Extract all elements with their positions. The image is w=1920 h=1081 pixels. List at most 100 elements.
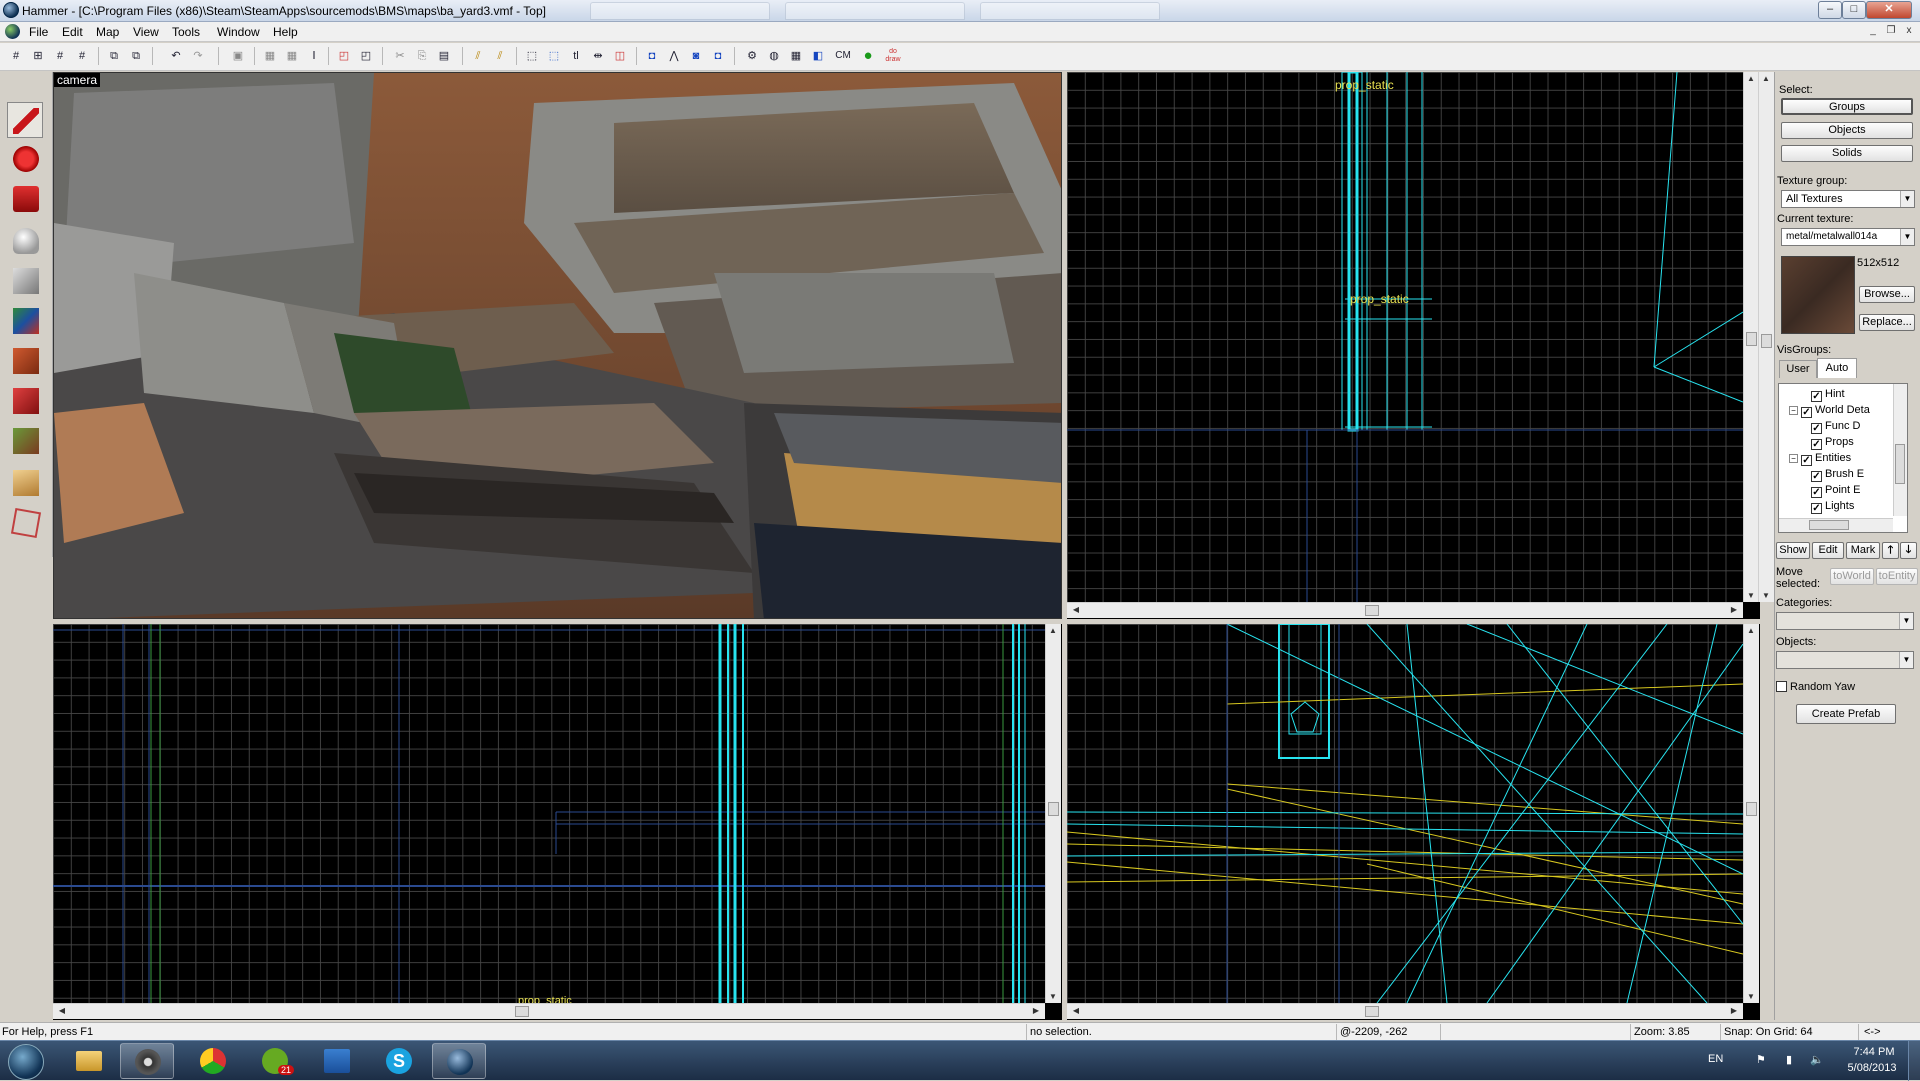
magnify-tool[interactable] — [7, 140, 43, 176]
3d-view-icon[interactable]: ▦ — [788, 48, 804, 64]
select-handles-icon[interactable]: ⬚ — [546, 48, 562, 64]
ignore-groups-icon[interactable]: ◫ — [612, 48, 628, 64]
cut-icon[interactable]: ✂ — [392, 48, 408, 64]
tree-vertical-scrollbar[interactable] — [1893, 384, 1907, 516]
clipping-tool[interactable] — [7, 464, 43, 500]
flag-icon[interactable]: ⚑ — [1756, 1053, 1766, 1066]
scrollbar-thumb[interactable] — [1761, 334, 1772, 348]
volume-icon[interactable]: 🔈 — [1810, 1053, 1824, 1066]
create-prefab-button[interactable]: Create Prefab — [1796, 704, 1896, 724]
select-bbox-icon[interactable]: ⬚ — [524, 48, 540, 64]
menu-edit[interactable]: Edit — [62, 25, 83, 39]
visgroups-tree[interactable]: ✓ Hint − ✓ World Deta ✓ Func D ✓ Props − ✓ Enti… — [1778, 383, 1908, 533]
flip-h-icon[interactable]: ◘ — [644, 48, 660, 64]
scroll-up-icon[interactable]: ▲ — [1046, 626, 1060, 635]
scrollbar-thumb[interactable] — [1048, 802, 1059, 816]
scrollbar-thumb[interactable] — [515, 1006, 529, 1017]
categories-select[interactable]: ▼ — [1776, 612, 1914, 630]
texture-application-tool[interactable] — [7, 302, 43, 338]
menu-help[interactable]: Help — [273, 25, 298, 39]
taskbar-file-explorer[interactable] — [62, 1043, 116, 1079]
hide-icon[interactable]: ◰ — [358, 48, 374, 64]
move-down-button[interactable]: 🡓 — [1900, 542, 1917, 559]
visgroup-entities[interactable]: − ✓ Entities — [1789, 451, 1851, 466]
collapse-icon[interactable]: − — [1789, 454, 1798, 463]
taskbar-chrome[interactable] — [186, 1043, 240, 1079]
show-desktop-button[interactable] — [1908, 1041, 1920, 1081]
tab-auto[interactable]: Auto — [1817, 358, 1857, 378]
mdi-restore-button[interactable]: ❐ — [1884, 25, 1898, 38]
merge-icon[interactable]: ◘ — [710, 48, 726, 64]
checkbox-checked[interactable]: ✓ — [1811, 471, 1822, 482]
mark-button[interactable]: Mark — [1846, 542, 1880, 559]
menu-file[interactable]: File — [29, 25, 48, 39]
replace-button[interactable]: Replace... — [1859, 314, 1915, 331]
menu-view[interactable]: View — [133, 25, 159, 39]
paste-icon[interactable]: ▤ — [436, 48, 452, 64]
menu-map[interactable]: Map — [96, 25, 119, 39]
vertical-scrollbar[interactable]: ▲ ▼ — [1743, 72, 1759, 602]
cubes-icon[interactable]: ◧ — [810, 48, 826, 64]
top-view-viewport[interactable]: prop_static prop_static ▲ ▼ ◀ ▶ — [1067, 72, 1760, 619]
start-orb-icon[interactable] — [8, 1044, 44, 1080]
vertical-scrollbar[interactable]: ▲ ▼ — [1743, 624, 1759, 1003]
checkbox-checked[interactable]: ✓ — [1801, 455, 1812, 466]
to-entity-button[interactable]: toEntity — [1876, 568, 1918, 585]
checkbox-checked[interactable]: ✓ — [1811, 423, 1822, 434]
grid-larger-icon[interactable]: # — [74, 48, 90, 64]
groups-button[interactable]: Groups — [1781, 98, 1913, 115]
camera-tool[interactable] — [7, 180, 43, 216]
texture-group-select[interactable]: All Textures ▼ — [1781, 190, 1915, 208]
tree-horizontal-scrollbar[interactable] — [1779, 518, 1893, 532]
right-panel-scrollbar[interactable]: ▲ ▼ — [1758, 72, 1774, 602]
visgroup-point-entities[interactable]: ✓ Point E — [1811, 483, 1860, 498]
taskbar-outlook[interactable] — [310, 1043, 364, 1079]
decal-tool[interactable] — [7, 382, 43, 418]
scroll-up-icon[interactable]: ▲ — [1744, 74, 1758, 83]
texture-scale-icon[interactable]: ⫽ — [492, 48, 508, 64]
scrollbar-thumb[interactable] — [1895, 444, 1905, 484]
ungroup-icon[interactable]: ⧉ — [128, 48, 144, 64]
horizontal-scrollbar[interactable]: ◀ ▶ — [1067, 602, 1743, 618]
random-yaw-checkbox[interactable]: Random Yaw — [1776, 681, 1855, 693]
vertex-tool[interactable] — [7, 504, 43, 540]
horizontal-scrollbar[interactable]: ◀ ▶ — [53, 1003, 1045, 1019]
texture-lock-icon[interactable]: ▦ — [262, 48, 278, 64]
visgroup-func-detail[interactable]: ✓ Func D — [1811, 419, 1860, 434]
move-icon[interactable]: ⇹ — [590, 48, 606, 64]
scrollbar-thumb[interactable] — [1746, 332, 1757, 346]
taskbar-spotify[interactable]: 21 — [248, 1043, 302, 1079]
front-view-viewport[interactable]: prop_static ▲ ▼ ◀ ▶ — [53, 624, 1062, 1020]
scrollbar-thumb[interactable] — [1365, 1006, 1379, 1017]
edit-button[interactable]: Edit — [1812, 542, 1844, 559]
scroll-left-icon[interactable]: ◀ — [1069, 1006, 1083, 1015]
tab-user[interactable]: User — [1779, 360, 1817, 378]
document-icon[interactable] — [5, 24, 20, 39]
toggle-texlock-icon[interactable]: ⫽ — [470, 48, 486, 64]
scrollbar-thumb[interactable] — [1809, 520, 1849, 530]
scroll-up-icon[interactable]: ▲ — [1759, 74, 1773, 83]
maximize-button[interactable]: □ — [1842, 1, 1866, 19]
scroll-right-icon[interactable]: ▶ — [1727, 1006, 1741, 1015]
block-tool[interactable] — [7, 262, 43, 298]
text-icon[interactable]: tl — [568, 48, 584, 64]
move-up-button[interactable]: 🡑 — [1882, 542, 1899, 559]
show-button[interactable]: Show — [1776, 542, 1810, 559]
visgroup-hint[interactable]: ✓ Hint — [1811, 387, 1845, 402]
draw-icon[interactable]: do draw — [882, 48, 904, 64]
clock-time[interactable]: 7:44 PM — [1846, 1046, 1902, 1058]
selection-tool[interactable] — [7, 102, 43, 138]
grid-smaller-icon[interactable]: # — [52, 48, 68, 64]
solids-button[interactable]: Solids — [1781, 145, 1913, 162]
scroll-right-icon[interactable]: ▶ — [1029, 1006, 1043, 1015]
helpers-icon[interactable]: ● — [860, 48, 876, 64]
cm-label[interactable]: CM — [832, 48, 854, 64]
scroll-left-icon[interactable]: ◀ — [1069, 605, 1083, 614]
checkbox-checked[interactable]: ✓ — [1811, 487, 1822, 498]
compile-icon[interactable]: ⚙ — [744, 48, 760, 64]
sphere-icon[interactable]: ◍ — [766, 48, 782, 64]
scrollbar-thumb[interactable] — [1746, 802, 1757, 816]
scrollbar-thumb[interactable] — [1365, 605, 1379, 616]
network-icon[interactable]: ▮ — [1786, 1053, 1792, 1066]
minimize-button[interactable]: – — [1818, 1, 1842, 19]
